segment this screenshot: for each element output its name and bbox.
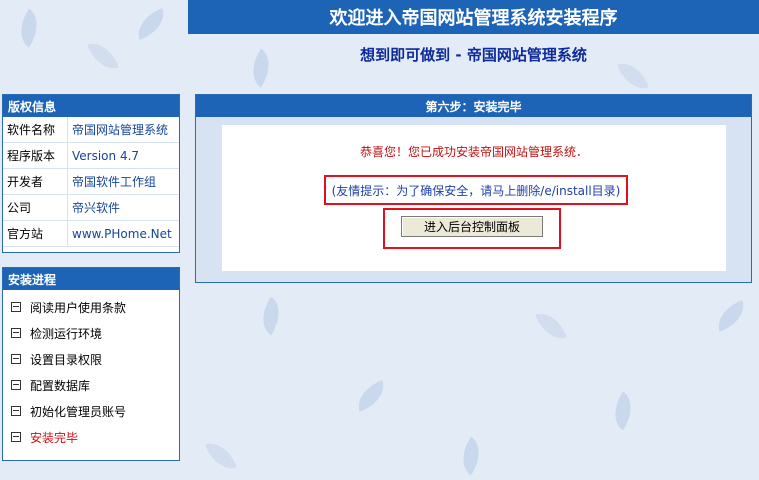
install-step: 阅读用户使用条款: [11, 294, 179, 320]
leaf-decoration: [604, 391, 642, 431]
install-step: 初始化管理员账号: [11, 398, 179, 424]
copyright-value: Version 4.7: [67, 142, 179, 169]
install-step-label: 阅读用户使用条款: [30, 300, 127, 315]
leaf-decoration: [535, 307, 567, 345]
leaf-decoration: [132, 8, 170, 40]
step-panel: 第六步：安装完毕 恭喜您！您已成功安装帝国网站管理系统． (友情提示：为了确保安…: [195, 94, 752, 283]
install-progress-title: 安装进程: [3, 268, 179, 290]
leaf-decoration: [352, 380, 390, 412]
slogan: 想到即可做到 - 帝国网站管理系统: [360, 46, 587, 64]
table-row: 软件名称 帝国网站管理系统: [3, 117, 179, 143]
install-step: 设置目录权限: [11, 346, 179, 372]
collapse-box-icon: [11, 302, 21, 312]
leaf-decoration: [452, 436, 490, 476]
table-row: 公司 帝兴软件: [3, 194, 179, 221]
install-step-label: 设置目录权限: [30, 352, 103, 367]
install-step-label: 检测运行环境: [30, 326, 103, 341]
collapse-box-icon: [11, 354, 21, 364]
collapse-box-icon: [11, 328, 21, 338]
table-row: 官方站 www.PHome.Net: [3, 220, 179, 247]
step-title: 第六步：安装完毕: [196, 95, 751, 117]
collapse-box-icon: [11, 380, 21, 390]
copyright-value: 帝国软件工作组: [67, 168, 179, 195]
install-step-label: 初始化管理员账号: [30, 404, 127, 419]
enter-admin-panel-button[interactable]: 进入后台控制面板: [401, 216, 543, 237]
table-row: 程序版本 Version 4.7: [3, 142, 179, 169]
copyright-key: 程序版本: [3, 142, 68, 169]
install-progress-panel: 安装进程 阅读用户使用条款 检测运行环境 设置目录权限 配置数据库 初始化管理员…: [2, 267, 180, 461]
copyright-key: 官方站: [3, 220, 68, 247]
leaf-decoration: [87, 37, 119, 75]
table-row: 开发者 帝国软件工作组: [3, 168, 179, 195]
install-steps-list: 阅读用户使用条款 检测运行环境 设置目录权限 配置数据库 初始化管理员账号 安装…: [3, 290, 179, 450]
copyright-value: 帝兴软件: [67, 194, 179, 221]
leaf-decoration: [712, 300, 750, 332]
install-step-label: 安装完毕: [30, 430, 79, 445]
leaf-decoration: [252, 296, 290, 336]
leaf-decoration: [205, 437, 237, 475]
copyright-key: 公司: [3, 194, 68, 221]
success-message: 恭喜您！您已成功安装帝国网站管理系统．: [359, 145, 588, 159]
install-step-current: 安装完毕: [11, 424, 179, 450]
copyright-key: 软件名称: [3, 117, 68, 143]
install-step-label: 配置数据库: [30, 378, 91, 393]
collapse-box-icon: [11, 406, 21, 416]
collapse-box-icon: [11, 432, 21, 442]
copyright-panel: 版权信息 软件名称 帝国网站管理系统 程序版本 Version 4.7 开发者 …: [2, 94, 180, 253]
installer-banner: 欢迎进入帝国网站管理系统安装程序: [188, 0, 759, 34]
leaf-decoration: [10, 8, 48, 48]
official-site-link[interactable]: www.PHome.Net: [67, 220, 179, 247]
copyright-table: 软件名称 帝国网站管理系统 程序版本 Version 4.7 开发者 帝国软件工…: [3, 117, 179, 247]
install-step: 配置数据库: [11, 372, 179, 398]
security-tip-text: (友情提示：为了确保安全，请马上删除/e/install目录): [331, 183, 621, 198]
button-highlight-box: 进入后台控制面板: [383, 208, 561, 249]
security-tip: (友情提示：为了确保安全，请马上删除/e/install目录): [324, 175, 628, 205]
step-content: 恭喜您！您已成功安装帝国网站管理系统． (友情提示：为了确保安全，请马上删除/e…: [222, 125, 726, 271]
copyright-key: 开发者: [3, 168, 68, 195]
install-step: 检测运行环境: [11, 320, 179, 346]
copyright-panel-title: 版权信息: [3, 95, 179, 117]
copyright-value: 帝国网站管理系统: [67, 117, 179, 143]
